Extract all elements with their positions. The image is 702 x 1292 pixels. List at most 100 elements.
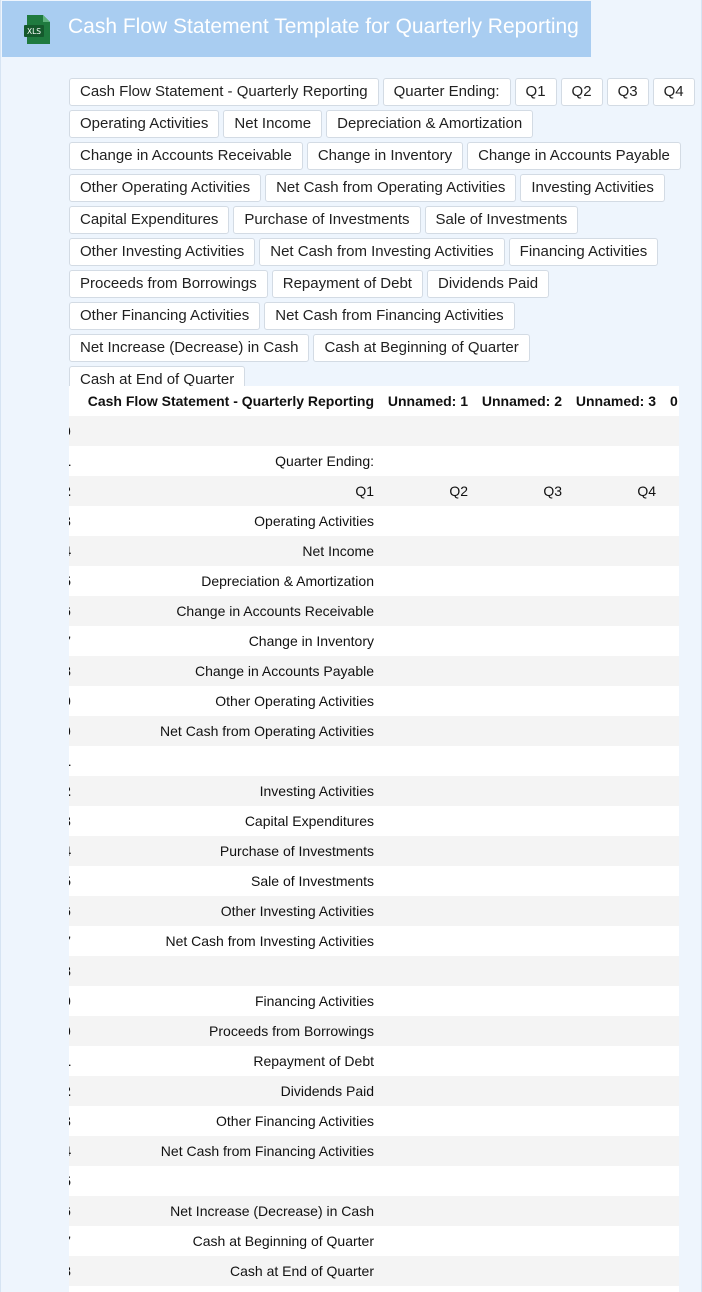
column-chip[interactable]: Change in Accounts Payable: [467, 142, 681, 170]
row-index: 3: [69, 1106, 81, 1136]
column-chip[interactable]: Proceeds from Borrowings: [69, 270, 268, 298]
column-chip[interactable]: Net Cash from Investing Activities: [259, 238, 505, 266]
table-cell: [474, 746, 568, 776]
table-row: 0: [69, 416, 679, 446]
table-cell: [474, 956, 568, 986]
column-chip[interactable]: Other Financing Activities: [69, 302, 261, 330]
column-chip[interactable]: Operating Activities: [69, 110, 220, 138]
table-row: 3Other Financing Activities: [69, 1106, 679, 1136]
page-title: Cash Flow Statement Template for Quarter…: [68, 15, 579, 38]
table-cell: [474, 836, 568, 866]
row-index: 8: [69, 656, 81, 686]
table-cell: [568, 506, 662, 536]
column-chip[interactable]: Net Cash from Financing Activities: [264, 302, 515, 330]
column-chip[interactable]: Capital Expenditures: [69, 206, 230, 234]
column-chip[interactable]: Cash at Beginning of Quarter: [313, 334, 530, 362]
table-cell: [662, 1136, 679, 1166]
column-chip[interactable]: Net Cash from Operating Activities: [265, 174, 517, 202]
data-table: Cash Flow Statement - Quarterly Reportin…: [69, 386, 679, 1286]
row-index: 1: [69, 1046, 81, 1076]
column-chip[interactable]: Investing Activities: [520, 174, 665, 202]
row-index: 0: [69, 1016, 81, 1046]
table-row: 1: [69, 746, 679, 776]
column-chip-list: Cash Flow Statement - Quarterly Reportin…: [69, 78, 702, 394]
table-cell: [568, 686, 662, 716]
table-cell: [474, 806, 568, 836]
table-cell: [474, 686, 568, 716]
table-cell: [380, 836, 474, 866]
row-index: 3: [69, 506, 81, 536]
column-chip[interactable]: Net Increase (Decrease) in Cash: [69, 334, 310, 362]
table-row: 4Net Income: [69, 536, 679, 566]
row-index: 2: [69, 1076, 81, 1106]
table-cell: Change in Accounts Receivable: [81, 596, 380, 626]
column-chip[interactable]: Depreciation & Amortization: [326, 110, 534, 138]
column-chip[interactable]: Q2: [560, 78, 603, 106]
table-cell: [568, 1196, 662, 1226]
column-chip[interactable]: Cash Flow Statement - Quarterly Reportin…: [69, 78, 379, 106]
table-cell: Net Income: [81, 536, 380, 566]
table-row: 6Other Investing Activities: [69, 896, 679, 926]
table-cell: [662, 716, 679, 746]
column-chip[interactable]: Q1: [514, 78, 557, 106]
table-cell: [662, 1226, 679, 1256]
table-cell: [568, 1136, 662, 1166]
table-row: 5: [69, 1166, 679, 1196]
row-index: 9: [69, 986, 81, 1016]
table-row: 3Operating Activities: [69, 506, 679, 536]
table-row: 9Financing Activities: [69, 986, 679, 1016]
table-row: 5Depreciation & Amortization: [69, 566, 679, 596]
table-cell: [662, 476, 679, 506]
table-cell: [380, 716, 474, 746]
column-chip[interactable]: Repayment of Debt: [271, 270, 423, 298]
column-chip[interactable]: Sale of Investments: [424, 206, 579, 234]
row-index: 0: [69, 716, 81, 746]
table-cell: [380, 416, 474, 446]
table-cell: Proceeds from Borrowings: [81, 1016, 380, 1046]
title-bar: XLS Cash Flow Statement Template for Qua…: [2, 1, 591, 57]
table-cell: Q1: [81, 476, 380, 506]
column-chip[interactable]: Other Investing Activities: [69, 238, 256, 266]
column-header: Unnamed: 2: [474, 386, 568, 416]
table-cell: [662, 1196, 679, 1226]
table-cell: [568, 446, 662, 476]
table-cell: [568, 656, 662, 686]
row-index: 3: [69, 806, 81, 836]
table-cell: [568, 416, 662, 446]
column-chip[interactable]: Quarter Ending:: [382, 78, 511, 106]
table-row: 8Cash at End of Quarter: [69, 1256, 679, 1286]
column-chip[interactable]: Q3: [606, 78, 649, 106]
column-chip[interactable]: Dividends Paid: [426, 270, 550, 298]
column-chip[interactable]: Net Income: [223, 110, 323, 138]
table-cell: Q2: [380, 476, 474, 506]
table-cell: [568, 986, 662, 1016]
page-frame: XLS Cash Flow Statement Template for Qua…: [0, 0, 702, 1292]
table-cell: [568, 1016, 662, 1046]
table-cell: [568, 1256, 662, 1286]
table-cell: [380, 1106, 474, 1136]
table-cell: [474, 1046, 568, 1076]
table-cell: [662, 956, 679, 986]
table-row: 8Change in Accounts Payable: [69, 656, 679, 686]
column-chip[interactable]: Financing Activities: [508, 238, 659, 266]
column-chip[interactable]: Other Operating Activities: [69, 174, 262, 202]
table-cell: [568, 926, 662, 956]
column-chip[interactable]: Purchase of Investments: [233, 206, 421, 234]
table-cell: [380, 686, 474, 716]
column-header: Unnamed: 3: [568, 386, 662, 416]
data-table-container[interactable]: Cash Flow Statement - Quarterly Reportin…: [69, 386, 679, 1292]
table-cell: [662, 596, 679, 626]
table-cell: Cash at Beginning of Quarter: [81, 1226, 380, 1256]
column-chip[interactable]: Change in Inventory: [306, 142, 464, 170]
table-cell: [81, 416, 380, 446]
table-cell: Other Financing Activities: [81, 1106, 380, 1136]
column-chip[interactable]: Change in Accounts Receivable: [69, 142, 303, 170]
table-cell: [568, 596, 662, 626]
table-cell: [474, 1106, 568, 1136]
table-cell: [474, 926, 568, 956]
table-row: 2Investing Activities: [69, 776, 679, 806]
table-row: 4Purchase of Investments: [69, 836, 679, 866]
column-chip[interactable]: Q4: [652, 78, 695, 106]
table-cell: [662, 806, 679, 836]
table-cell: [380, 1076, 474, 1106]
